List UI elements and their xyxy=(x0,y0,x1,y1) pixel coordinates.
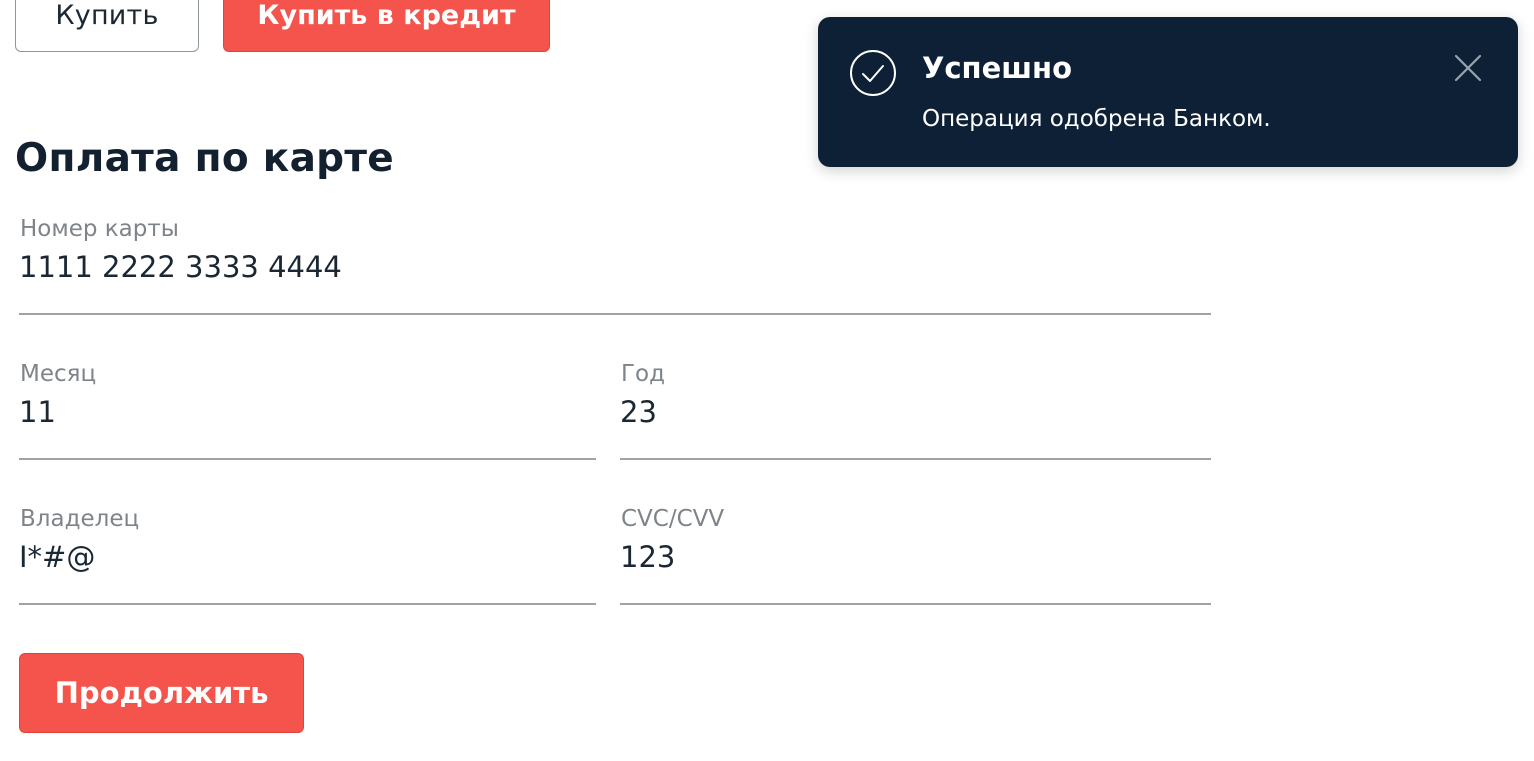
payment-page: Купить Купить в кредит Оплата по карте Н… xyxy=(0,0,1534,761)
buy-credit-button[interactable]: Купить в кредит xyxy=(223,0,550,52)
success-notification: Успешно Операция одобрена Банком. xyxy=(818,17,1518,167)
notification-message: Операция одобрена Банком. xyxy=(922,106,1271,132)
year-label: Год xyxy=(621,361,666,387)
card-number-label: Номер карты xyxy=(20,216,179,242)
cvc-input[interactable]: 123 xyxy=(620,540,675,574)
year-input[interactable]: 23 xyxy=(620,395,657,429)
card-number-field[interactable]: Номер карты 1111 2222 3333 4444 xyxy=(19,216,1211,315)
owner-field[interactable]: Владелец I*#@ xyxy=(19,506,596,605)
buy-button[interactable]: Купить xyxy=(15,0,199,52)
month-label: Месяц xyxy=(20,361,97,387)
month-field[interactable]: Месяц 11 xyxy=(19,361,596,460)
notification-title: Успешно xyxy=(922,51,1073,85)
continue-button[interactable]: Продолжить xyxy=(19,653,304,733)
owner-input[interactable]: I*#@ xyxy=(19,540,95,574)
year-field[interactable]: Год 23 xyxy=(620,361,1211,460)
owner-label: Владелец xyxy=(20,506,140,532)
cvc-field[interactable]: CVC/CVV 123 xyxy=(620,506,1211,605)
month-input[interactable]: 11 xyxy=(19,395,56,429)
page-title: Оплата по карте xyxy=(15,136,395,181)
check-circle-icon xyxy=(850,50,896,96)
close-icon[interactable] xyxy=(1454,54,1482,82)
cvc-label: CVC/CVV xyxy=(621,506,725,532)
card-number-input[interactable]: 1111 2222 3333 4444 xyxy=(19,250,342,284)
